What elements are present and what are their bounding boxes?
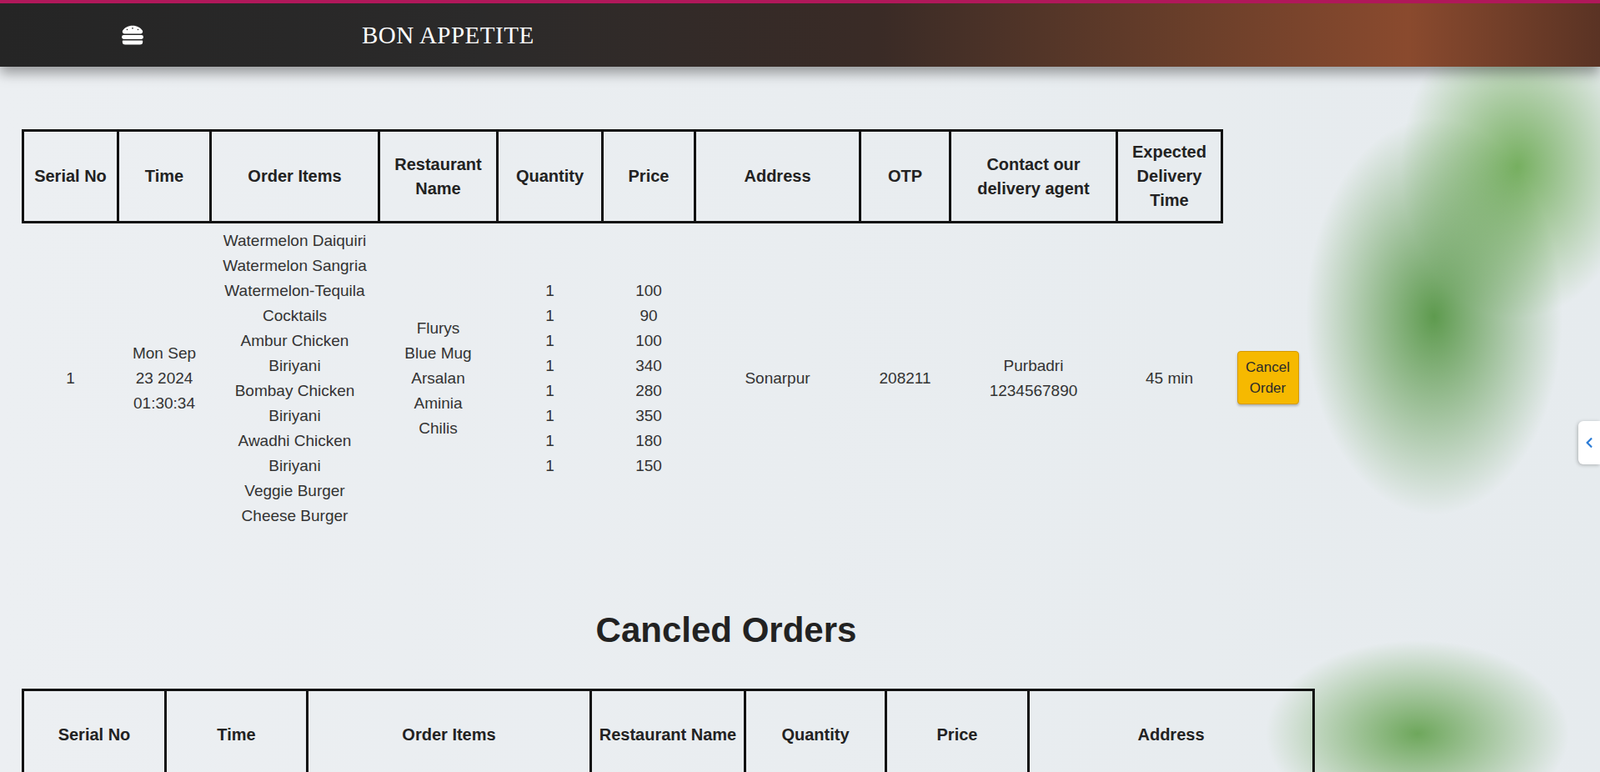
price-value: 100: [609, 278, 689, 304]
column-header: Address: [1028, 690, 1315, 772]
quantity-value: 1: [504, 303, 597, 329]
order-item: Bombay Chicken Biriyani: [217, 378, 373, 429]
price-value: 280: [609, 378, 689, 404]
restaurant-name: Blue Mug: [386, 341, 492, 367]
items-cell: Watermelon DaiquiriWatermelon SangriaWat…: [210, 222, 380, 535]
quantity-value: 1: [504, 403, 597, 429]
price-value: 350: [609, 403, 689, 429]
price-value: 340: [609, 353, 689, 379]
side-panel-toggle[interactable]: [1578, 421, 1600, 465]
column-header: Expected Delivery Time: [1117, 130, 1223, 223]
quantity-value: 1: [504, 278, 597, 304]
price-cell: 10090100340280350180150: [602, 222, 696, 535]
order-item: Watermelon-Tequila Cocktails: [217, 278, 373, 329]
order-item: Veggie Burger: [217, 478, 373, 504]
quantity-value: 1: [504, 428, 597, 454]
column-header: Serial No: [23, 130, 119, 223]
restaurant-cell: FlurysBlue MugArsalanAminiaChilis: [379, 222, 498, 535]
otp-cell: 208211: [860, 222, 951, 535]
address-cell: Sonarpur: [695, 222, 861, 535]
restaurant-name: Arsalan: [386, 366, 492, 392]
quantity-cell: 11111111: [497, 222, 603, 535]
order-row: 1Mon Sep 23 2024 01:30:34Watermelon Daiq…: [23, 222, 1315, 535]
column-header: Time: [165, 690, 308, 772]
column-header: Restaurant Name: [591, 690, 746, 772]
page: BON APPETITESerial NoTimeOrder ItemsRest…: [0, 0, 1600, 772]
agent-phone[interactable]: 1234567890: [957, 378, 1111, 404]
order-item: Awadhi Chicken Biriyani: [217, 428, 373, 479]
column-header: Order Items: [210, 130, 380, 223]
column-header: Restaurant Name: [379, 130, 498, 223]
order-item: Ambur Chicken Biriyani: [217, 328, 373, 379]
quantity-value: 1: [504, 328, 597, 354]
burger-icon[interactable]: [121, 24, 144, 46]
brand-title[interactable]: BON APPETITE: [361, 21, 535, 50]
quantity-value: 1: [504, 378, 597, 404]
table-header-row: Serial NoTimeOrder ItemsRestaurant NameQ…: [23, 690, 1315, 772]
column-header: Serial No: [23, 690, 166, 772]
quantity-value: 1: [504, 453, 597, 479]
chevron-left-icon[interactable]: [1583, 436, 1595, 449]
action-cell: Cancel Order: [1222, 222, 1315, 535]
column-header: OTP: [860, 130, 951, 223]
price-value: 180: [609, 428, 689, 454]
orders-table: Serial NoTimeOrder ItemsRestaurant NameQ…: [21, 129, 1315, 534]
column-header: Price: [886, 690, 1029, 772]
eta-cell: 45 min: [1117, 222, 1223, 535]
column-header: Time: [118, 130, 211, 223]
order-item: Watermelon Daiquiri: [217, 228, 373, 254]
canceled-orders-title: Cancled Orders: [21, 610, 1431, 651]
agent-cell: Purbadri1234567890: [950, 222, 1118, 535]
column-header: Quantity: [497, 130, 603, 223]
order-item: Watermelon Sangria: [217, 253, 373, 279]
agent-name: Purbadri: [957, 353, 1111, 379]
cancel-order-button[interactable]: Cancel Order: [1237, 351, 1300, 405]
time-cell: Mon Sep 23 2024 01:30:34: [118, 222, 211, 535]
canceled-orders-table: Serial NoTimeOrder ItemsRestaurant NameQ…: [21, 688, 1315, 772]
header: BON APPETITE: [0, 0, 1600, 67]
order-item: Cheese Burger: [217, 503, 373, 529]
column-header: Quantity: [745, 690, 887, 772]
restaurant-name: Chilis: [386, 416, 492, 442]
content: Serial NoTimeOrder ItemsRestaurant NameQ…: [0, 66, 1600, 772]
restaurant-name: Aminia: [386, 391, 492, 417]
column-header: Address: [695, 130, 861, 223]
price-value: 90: [609, 303, 689, 329]
column-header: Order Items: [307, 690, 592, 772]
price-value: 100: [609, 328, 689, 354]
column-header: Price: [602, 130, 696, 223]
price-value: 150: [609, 453, 689, 479]
serial-cell: 1: [23, 222, 119, 535]
quantity-value: 1: [504, 353, 597, 379]
table-header-row: Serial NoTimeOrder ItemsRestaurant NameQ…: [23, 130, 1315, 223]
column-header: Contact our delivery agent: [950, 130, 1118, 223]
restaurant-name: Flurys: [386, 315, 492, 342]
